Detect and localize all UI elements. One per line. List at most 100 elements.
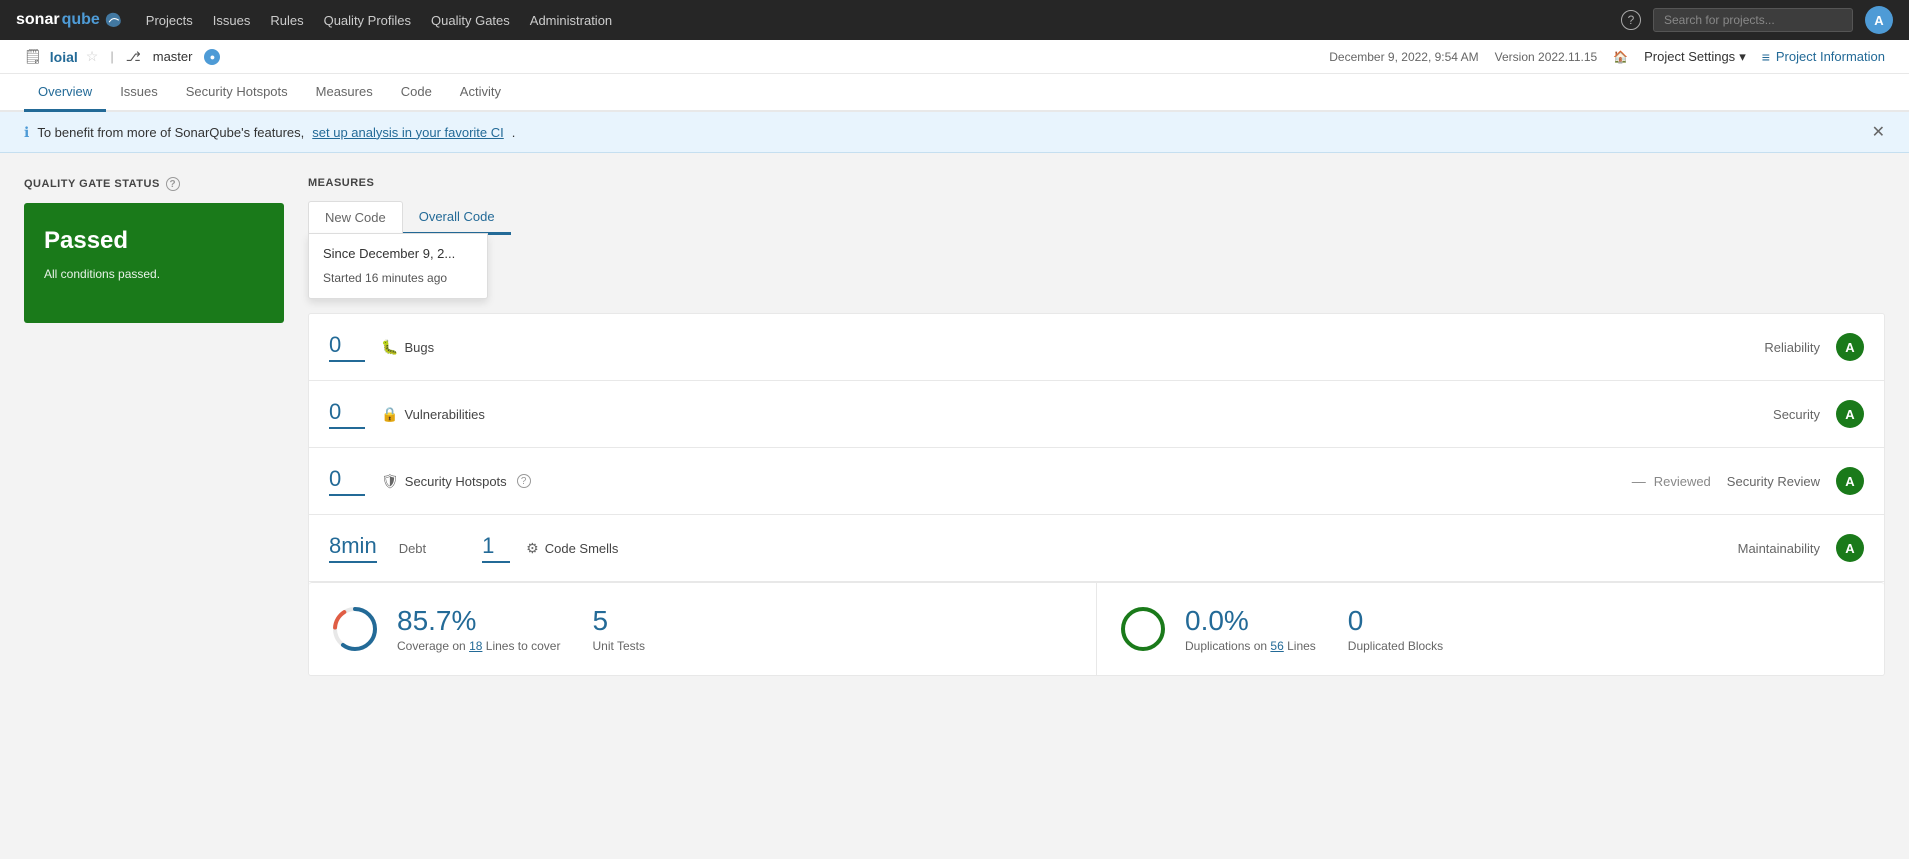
quality-gate-status: Passed	[44, 227, 264, 255]
quality-gate-status-box: Passed All conditions passed.	[24, 203, 284, 323]
vulnerabilities-value[interactable]: 0	[329, 399, 365, 429]
code-smells-icon: ⚙	[526, 540, 539, 557]
duplications-circle	[1117, 603, 1169, 655]
quality-gate-section: QUALITY GATE STATUS ? Passed All conditi…	[24, 177, 284, 676]
branch-name: master	[153, 49, 193, 64]
code-smells-label: ⚙ Code Smells	[526, 540, 1721, 557]
star-icon[interactable]: ☆	[86, 48, 99, 65]
project-info-button[interactable]: ≡ Project Information	[1762, 49, 1885, 65]
metrics-container: 0 🐛 Bugs Reliability A 0 🔒 Vulnerabiliti…	[308, 313, 1885, 676]
duplicated-blocks-value[interactable]: 0	[1348, 605, 1443, 637]
duplicated-blocks-label: Duplicated Blocks	[1348, 639, 1443, 653]
home-icon[interactable]: 🏠	[1613, 50, 1628, 64]
list-icon: ≡	[1762, 49, 1770, 65]
tab-code[interactable]: Code	[387, 74, 446, 112]
help-icon[interactable]: ?	[1621, 10, 1641, 30]
hotspots-info-icon[interactable]: ?	[517, 474, 531, 488]
bug-icon: 🐛	[381, 339, 398, 356]
top-navigation: sonarqube Projects Issues Rules Quality …	[0, 0, 1909, 40]
banner-text-after: .	[512, 125, 516, 140]
project-timestamp: December 9, 2022, 9:54 AM	[1329, 50, 1478, 64]
user-avatar[interactable]: A	[1865, 6, 1893, 34]
bugs-right: Reliability A	[1764, 333, 1864, 361]
unit-tests-value[interactable]: 5	[592, 605, 644, 637]
search-input[interactable]	[1653, 8, 1853, 32]
dash-icon: —	[1632, 473, 1646, 489]
tab-security-hotspots[interactable]: Security Hotspots	[172, 74, 302, 112]
duplications-percent[interactable]: 0.0%	[1185, 605, 1316, 637]
unit-tests-label: Unit Tests	[592, 639, 644, 653]
unit-tests-block: 5 Unit Tests	[592, 605, 644, 653]
duplications-label: Duplications on 56 Lines	[1185, 639, 1316, 653]
tab-measures[interactable]: Measures	[302, 74, 387, 112]
chevron-down-icon: ▾	[1739, 49, 1746, 65]
nav-administration[interactable]: Administration	[530, 13, 612, 28]
project-settings-button[interactable]: Project Settings ▾	[1644, 49, 1746, 65]
top-nav-right: ? A	[1621, 6, 1893, 34]
vulnerabilities-right: Security A	[1773, 400, 1864, 428]
new-code-tab-container: New Code Since December 9, 2... Started …	[308, 201, 403, 233]
tab-activity[interactable]: Activity	[446, 74, 515, 112]
maintainability-right: Maintainability A	[1738, 534, 1864, 562]
coverage-section: 85.7% Coverage on 18 Lines to cover 5 Un…	[309, 583, 1097, 675]
hotspots-label: 🛡 Security Hotspots ?	[381, 473, 1616, 490]
maintainability-metric-row: 8min Debt 1 ⚙ Code Smells Maintainabilit…	[309, 515, 1884, 582]
nav-quality-gates[interactable]: Quality Gates	[431, 13, 510, 28]
nav-quality-profiles[interactable]: Quality Profiles	[324, 13, 411, 28]
main-content: QUALITY GATE STATUS ? Passed All conditi…	[0, 153, 1909, 700]
duplicated-blocks-block: 0 Duplicated Blocks	[1348, 605, 1443, 653]
close-banner-button[interactable]: ✕	[1872, 122, 1885, 142]
top-nav-links: Projects Issues Rules Quality Profiles Q…	[146, 13, 1597, 28]
quality-gate-subtitle: All conditions passed.	[44, 267, 264, 281]
info-icon: ℹ	[24, 124, 29, 141]
duplications-percent-block: 0.0% Duplications on 56 Lines	[1185, 605, 1316, 653]
measures-section: MEASURES New Code Since December 9, 2...…	[308, 177, 1885, 676]
new-code-popup: Since December 9, 2... Started 16 minute…	[308, 233, 488, 299]
debt-value[interactable]: 8min	[329, 533, 377, 563]
bottom-metrics-row: 85.7% Coverage on 18 Lines to cover 5 Un…	[309, 582, 1884, 675]
tab-new-code[interactable]: New Code	[308, 201, 403, 234]
code-smells-value[interactable]: 1	[482, 533, 510, 563]
tab-issues[interactable]: Issues	[106, 74, 172, 112]
project-name[interactable]: loial	[50, 49, 78, 65]
nav-projects[interactable]: Projects	[146, 13, 193, 28]
sub-navigation: Overview Issues Security Hotspots Measur…	[0, 74, 1909, 112]
project-version: Version 2022.11.15	[1495, 50, 1598, 64]
project-right: December 9, 2022, 9:54 AM Version 2022.1…	[1329, 49, 1885, 65]
shield-icon: 🛡	[381, 473, 399, 490]
bugs-value[interactable]: 0	[329, 332, 365, 362]
coverage-stats: 85.7% Coverage on 18 Lines to cover 5 Un…	[397, 605, 645, 653]
hotspots-value[interactable]: 0	[329, 466, 365, 496]
project-left: 🗒 loial ☆ | ⎇ master ●	[24, 48, 220, 65]
nav-rules[interactable]: Rules	[270, 13, 303, 28]
logo[interactable]: sonarqube	[16, 11, 122, 29]
vulnerabilities-grade: A	[1836, 400, 1864, 428]
coverage-circle	[329, 603, 381, 655]
project-header: 🗒 loial ☆ | ⎇ master ● December 9, 2022,…	[0, 40, 1909, 74]
coverage-lines-link[interactable]: 18	[469, 639, 482, 653]
hotspots-right: Security Review A	[1727, 467, 1864, 495]
info-banner: ℹ To benefit from more of SonarQube's fe…	[0, 112, 1909, 153]
vulnerabilities-metric-row: 0 🔒 Vulnerabilities Security A	[309, 381, 1884, 448]
nav-issues[interactable]: Issues	[213, 13, 251, 28]
hotspots-reviewed: — Reviewed	[1632, 473, 1711, 489]
branch-badge: ●	[204, 49, 220, 65]
tab-overview[interactable]: Overview	[24, 74, 106, 112]
hotspots-grade: A	[1836, 467, 1864, 495]
lock-icon: 🔒	[381, 406, 398, 423]
coverage-percent[interactable]: 85.7%	[397, 605, 560, 637]
duplications-section: 0.0% Duplications on 56 Lines 0 Duplicat…	[1097, 583, 1884, 675]
debt-label: Debt	[399, 541, 426, 556]
tab-overall-code[interactable]: Overall Code	[403, 201, 511, 235]
bugs-grade: A	[1836, 333, 1864, 361]
vulnerabilities-label: 🔒 Vulnerabilities	[381, 406, 1757, 423]
coverage-label: Coverage on 18 Lines to cover	[397, 639, 560, 653]
security-hotspots-metric-row: 0 🛡 Security Hotspots ? — Reviewed Secur…	[309, 448, 1884, 515]
quality-gate-info-icon[interactable]: ?	[166, 177, 180, 191]
logo-icon	[104, 11, 122, 29]
duplications-lines-link[interactable]: 56	[1270, 639, 1283, 653]
banner-text: To benefit from more of SonarQube's feat…	[37, 125, 304, 140]
duplications-stats: 0.0% Duplications on 56 Lines 0 Duplicat…	[1185, 605, 1443, 653]
maintainability-grade: A	[1836, 534, 1864, 562]
banner-link[interactable]: set up analysis in your favorite CI	[312, 125, 503, 140]
